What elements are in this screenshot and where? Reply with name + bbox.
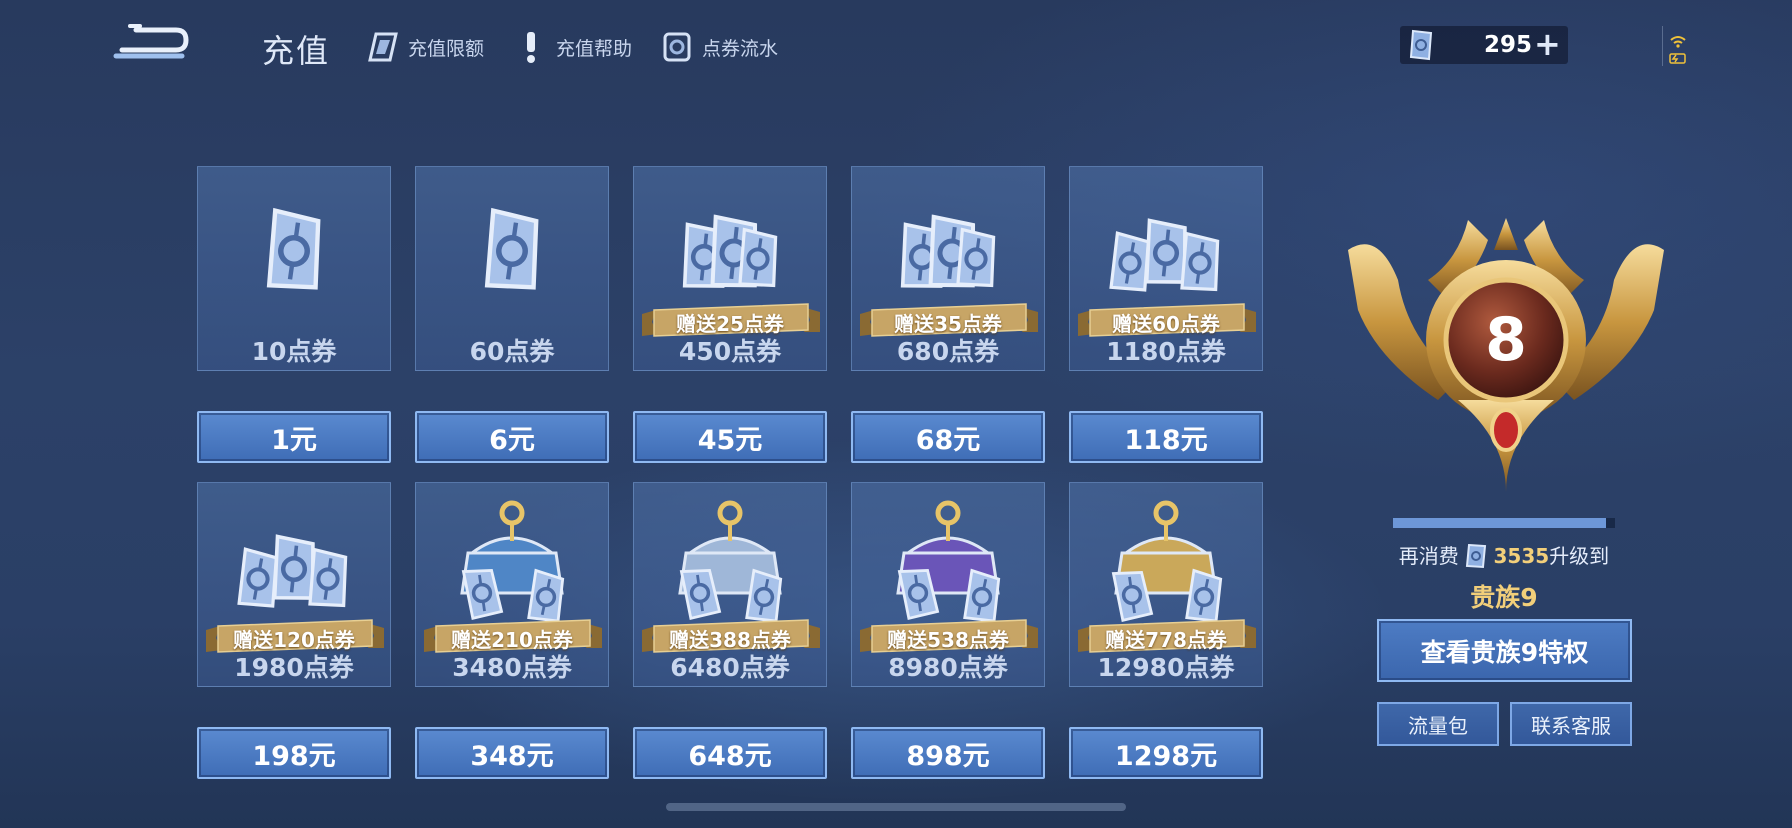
price-button[interactable]: 118元 bbox=[1069, 411, 1263, 463]
upgrade-prefix: 再消费 bbox=[1398, 544, 1459, 568]
coupon-amount: 3480点券 bbox=[452, 653, 572, 682]
price-button[interactable]: 1298元 bbox=[1069, 727, 1263, 779]
package-card[interactable]: 赠送210点券 3480点券 bbox=[415, 482, 609, 687]
package-card[interactable]: 赠送60点券 1180点券 bbox=[1069, 166, 1263, 371]
price-button[interactable]: 6元 bbox=[415, 411, 609, 463]
ticket-card-icon bbox=[366, 30, 400, 64]
coupon-flow-link[interactable]: 点券流水 bbox=[660, 30, 778, 64]
recharge-help-label: 充值帮助 bbox=[556, 37, 633, 60]
data-pack-button[interactable]: 流量包 bbox=[1377, 702, 1499, 746]
recharge-limit-label: 充值限额 bbox=[408, 37, 485, 60]
coupon-amount: 12980点券 bbox=[1097, 653, 1235, 682]
coupon-balance[interactable]: 295 + bbox=[1400, 26, 1568, 64]
package-card[interactable]: 赠送35点券 680点券 bbox=[851, 166, 1045, 371]
coupon-amount: 60点券 bbox=[469, 337, 555, 366]
coupon-amount: 1180点券 bbox=[1106, 337, 1226, 366]
coupon-amount: 1980点券 bbox=[234, 653, 354, 682]
nobility-progress-fill bbox=[1393, 518, 1607, 528]
coupon-flow-label: 点券流水 bbox=[702, 37, 779, 60]
upgrade-suffix: 升级到 bbox=[1549, 544, 1610, 568]
package-card[interactable]: 赠送538点券 8980点券 bbox=[851, 482, 1045, 687]
package-card[interactable]: 赠送120点券 1980点券 bbox=[197, 482, 391, 687]
price-button[interactable]: 1元 bbox=[197, 411, 391, 463]
view-privileges-button[interactable]: 查看贵族9特权 bbox=[1377, 619, 1632, 682]
nobility-level: 8 bbox=[1485, 305, 1527, 375]
coupon-amount: 8980点券 bbox=[888, 653, 1008, 682]
package-card[interactable]: 10点券 bbox=[197, 166, 391, 371]
package-card[interactable]: 赠送25点券 450点券 bbox=[633, 166, 827, 371]
nobility-progress-bar bbox=[1393, 518, 1615, 528]
coupon-amount: 680点券 bbox=[896, 337, 1000, 366]
package-card[interactable]: 赠送778点券 12980点券 bbox=[1069, 482, 1263, 687]
coupon-flow-icon bbox=[660, 30, 694, 64]
next-nobility-level: 贵族9 bbox=[1470, 583, 1538, 612]
back-arrow-icon[interactable] bbox=[112, 24, 190, 64]
coupon-icon bbox=[1409, 29, 1433, 61]
nobility-badge-icon: 8 bbox=[1348, 218, 1664, 492]
price-button[interactable]: 648元 bbox=[633, 727, 827, 779]
coupon-amount: 10点券 bbox=[251, 337, 337, 366]
exclamation-icon bbox=[514, 30, 548, 64]
price-button[interactable]: 348元 bbox=[415, 727, 609, 779]
contact-support-button[interactable]: 联系客服 bbox=[1510, 702, 1632, 746]
upgrade-amount: 3535 bbox=[1493, 544, 1550, 568]
package-card[interactable]: 赠送388点券 6480点券 bbox=[633, 482, 827, 687]
coupon-icon bbox=[1466, 543, 1487, 569]
page-title: 充值 bbox=[262, 32, 331, 70]
upgrade-hint: 再消费 3535升级到 bbox=[1370, 540, 1638, 569]
single-coupon-icon bbox=[484, 207, 539, 290]
recharge-help-link[interactable]: 充值帮助 bbox=[514, 30, 632, 64]
recharge-limit-link[interactable]: 充值限额 bbox=[366, 30, 484, 64]
price-button[interactable]: 198元 bbox=[197, 727, 391, 779]
balance-value: 295 bbox=[1484, 32, 1533, 58]
single-coupon-icon bbox=[266, 207, 321, 290]
package-card[interactable]: 60点券 bbox=[415, 166, 609, 371]
coupon-amount: 450点券 bbox=[678, 337, 782, 366]
home-indicator[interactable] bbox=[666, 803, 1126, 811]
coupon-amount: 6480点券 bbox=[670, 653, 790, 682]
price-button[interactable]: 68元 bbox=[851, 411, 1045, 463]
wifi-battery-icon bbox=[1669, 36, 1686, 64]
price-button[interactable]: 45元 bbox=[633, 411, 827, 463]
add-balance-button[interactable]: + bbox=[1534, 27, 1561, 61]
price-button[interactable]: 898元 bbox=[851, 727, 1045, 779]
